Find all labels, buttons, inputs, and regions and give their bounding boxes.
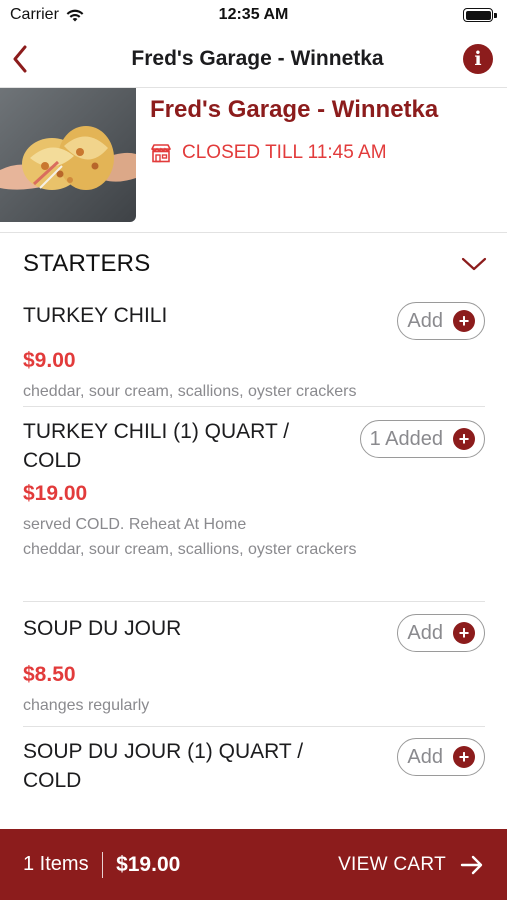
add-button-label: Add [407,745,443,768]
add-button[interactable]: Add + [397,302,485,340]
cart-total: $19.00 [116,852,181,876]
plus-icon: + [453,622,475,644]
cart-item-count: 1 Items [23,853,89,875]
status-bar: Carrier 12:35 AM [0,0,507,30]
battery-icon [463,8,497,22]
restaurant-name: Fred's Garage - Winnetka [150,96,439,123]
view-cart-button[interactable]: VIEW CART [338,854,484,876]
menu-item-price: $19.00 [23,482,88,505]
plus-icon: + [453,428,475,450]
menu-item-description: changes regularly [23,697,150,714]
carrier-label: Carrier [10,6,59,23]
restaurant-info: Fred's Garage - Winnetka CLOSED TILL 11:… [136,88,438,164]
cart-summary: 1 Items $19.00 [23,851,181,878]
menu-item-name-block: TURKEY CHILI (1) QUART / COLD [23,417,289,475]
menu-item-name: SOUP DU JOUR (1) QUART / [23,740,304,763]
plus-icon: + [453,746,475,768]
menu-item-description: served COLD. Reheat At Home [23,516,247,533]
menu-item-name: TURKEY CHILI [23,304,168,327]
menu-item-name: SOUP DU JOUR [23,617,182,640]
back-chevron-icon [13,45,27,72]
cart-divider [101,851,104,878]
restaurant-photo [0,88,136,222]
restaurant-header: Fred's Garage - Winnetka CLOSED TILL 11:… [0,88,507,233]
added-button-label: 1 Added [369,427,443,450]
menu-item-price: $9.00 [23,349,76,372]
menu-item[interactable]: TURKEY CHILI Add + $9.00 cheddar, sour c… [23,295,485,407]
add-button-label: Add [407,309,443,332]
menu-item-name-block: SOUP DU JOUR (1) QUART / COLD [23,737,303,795]
section-title: STARTERS [23,250,151,277]
info-icon: i [474,47,482,70]
add-button-label: Add [407,621,443,644]
menu-item[interactable]: TURKEY CHILI (1) QUART / COLD 1 Added + … [23,407,485,602]
menu-item-row: TURKEY CHILI Add + [23,299,485,340]
back-button[interactable] [12,39,52,79]
wifi-icon [66,9,84,21]
nav-title: Fred's Garage - Winnetka [131,46,384,70]
store-icon [151,144,171,163]
add-button[interactable]: Add + [397,738,485,776]
menu-item[interactable]: SOUP DU JOUR (1) QUART / COLD Add + [23,727,485,827]
menu-item-row: TURKEY CHILI (1) QUART / COLD 1 Added + [23,417,485,475]
add-button[interactable]: Add + [397,614,485,652]
view-cart-label: VIEW CART [338,853,446,875]
menu-item-description: cheddar, sour cream, scallions, oyster c… [23,383,357,400]
arrow-right-icon [460,855,483,874]
menu-item-name: TURKEY CHILI (1) QUART / [23,420,290,443]
plus-icon: + [453,310,475,332]
chevron-down-icon[interactable] [461,256,487,272]
closed-status-text: CLOSED TILL 11:45 AM [182,142,387,163]
menu-item[interactable]: SOUP DU JOUR Add + $8.50 changes regular… [23,602,485,727]
menu-item-row: SOUP DU JOUR Add + [23,614,485,652]
menu-item-row: SOUP DU JOUR (1) QUART / COLD Add + [23,737,485,795]
menu-item-name-line2: COLD [23,769,82,792]
nav-bar: Fred's Garage - Winnetka i [0,30,507,88]
view-cart-bar[interactable]: 1 Items $19.00 VIEW CART [0,829,507,900]
menu-item-name-line2: COLD [23,449,82,472]
added-button[interactable]: 1 Added + [359,420,485,458]
section-header-starters[interactable]: STARTERS [0,233,507,295]
info-button[interactable]: i [463,43,493,74]
menu-item-price: $8.50 [23,663,76,686]
closed-status: CLOSED TILL 11:45 AM [150,142,438,164]
menu-item-description-line2: cheddar, sour cream, scallions, oyster c… [23,541,357,558]
status-left: Carrier [10,6,85,24]
